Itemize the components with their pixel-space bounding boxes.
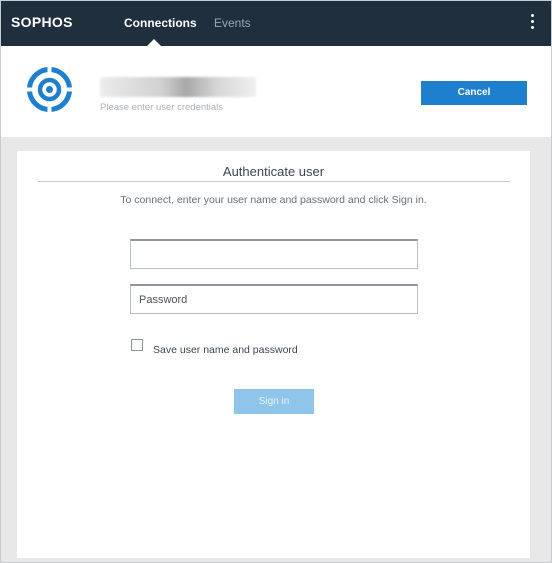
auth-panel: Authenticate user To connect, enter your… bbox=[17, 151, 530, 558]
cancel-button[interactable]: Cancel bbox=[421, 81, 527, 105]
password-input[interactable] bbox=[130, 284, 418, 314]
save-credentials-label: Save user name and password bbox=[153, 344, 298, 356]
instructions-text: To connect, enter your user name and pas… bbox=[120, 194, 427, 206]
connection-header: Please enter user credentials Cancel bbox=[1, 46, 551, 137]
username-input[interactable] bbox=[130, 239, 418, 269]
sign-in-button[interactable]: Sign in bbox=[234, 389, 314, 414]
more-options-icon[interactable] bbox=[527, 14, 537, 34]
panel-title: Authenticate user bbox=[222, 164, 325, 179]
connection-icon bbox=[26, 66, 73, 113]
title-divider bbox=[38, 181, 510, 182]
status-subtitle: Please enter user credentials bbox=[100, 102, 224, 113]
save-credentials-checkbox[interactable] bbox=[131, 339, 143, 351]
tab-events[interactable]: Events bbox=[214, 16, 251, 30]
active-tab-indicator bbox=[147, 39, 161, 46]
app-window: SOPHOS Connections Events Please enter u… bbox=[0, 0, 552, 563]
brand-logo: SOPHOS bbox=[11, 14, 73, 30]
tab-connections[interactable]: Connections bbox=[124, 16, 197, 30]
connection-name-redacted bbox=[100, 77, 256, 97]
top-bar: SOPHOS Connections Events bbox=[1, 1, 551, 46]
